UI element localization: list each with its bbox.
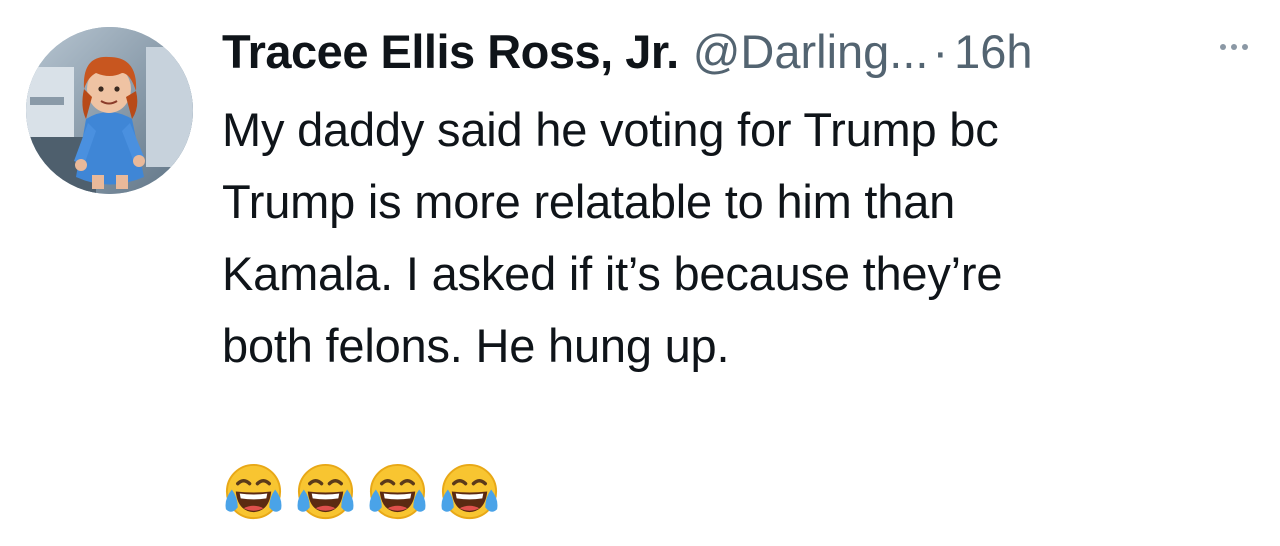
doll-avatar-image	[26, 27, 193, 194]
tweet-text: My daddy said he voting for Trump bc Tru…	[222, 103, 1003, 372]
face-with-tears-of-joy-icon	[297, 463, 354, 520]
tweet-header: Tracee Ellis Ross, Jr. @Darling... · 16h	[222, 24, 1232, 80]
more-options-button[interactable]	[1210, 32, 1258, 62]
more-horizontal-icon	[1231, 44, 1237, 50]
more-horizontal-icon	[1220, 44, 1226, 50]
user-handle[interactable]: @Darling...	[693, 24, 929, 80]
face-with-tears-of-joy-icon	[225, 463, 282, 520]
face-with-tears-of-joy-icon	[369, 463, 426, 520]
separator-dot: ·	[932, 25, 949, 78]
display-name[interactable]: Tracee Ellis Ross, Jr.	[222, 24, 679, 80]
avatar[interactable]	[26, 27, 193, 194]
more-horizontal-icon	[1242, 44, 1248, 50]
face-with-tears-of-joy-icon	[441, 463, 498, 520]
emoji-row	[222, 460, 501, 523]
tweet-timestamp[interactable]: 16h	[954, 24, 1032, 80]
